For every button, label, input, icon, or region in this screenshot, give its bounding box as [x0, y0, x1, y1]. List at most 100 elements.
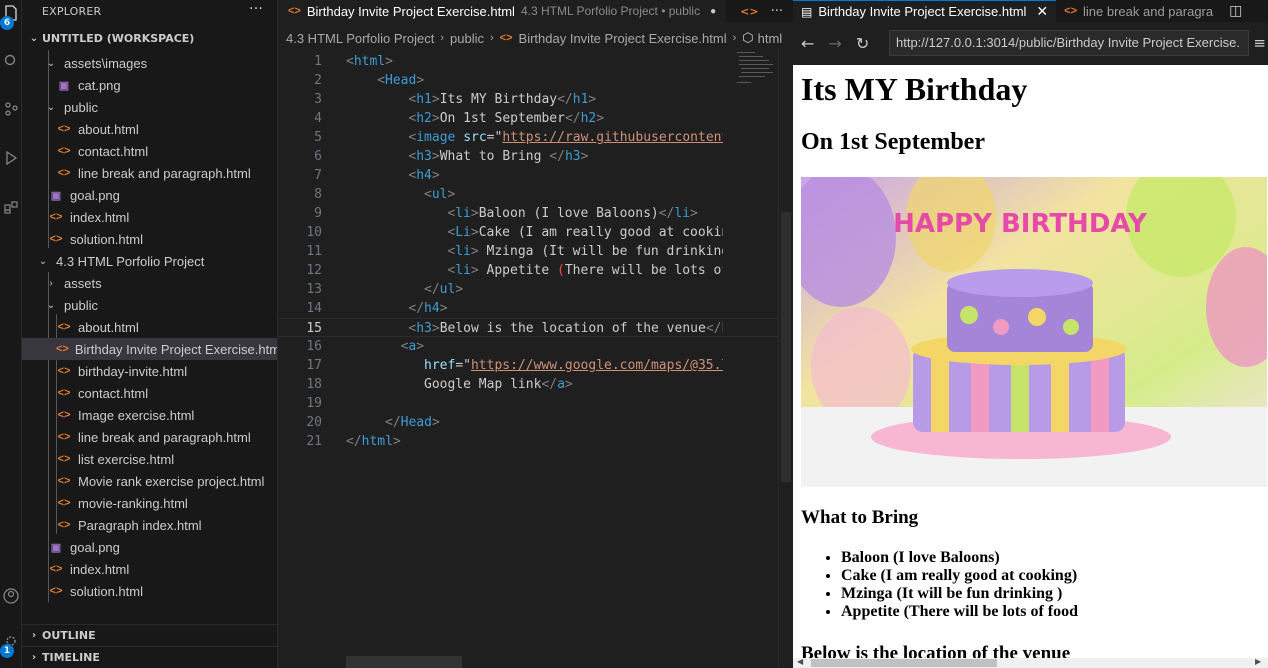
- code-text: <li>Baloon (I love Baloons)</li>: [346, 204, 723, 223]
- tree-file[interactable]: <> index.html: [22, 558, 277, 580]
- editor-tab[interactable]: <> Birthday Invite Project Exercise.html…: [278, 0, 727, 22]
- tree-file[interactable]: <> Image exercise.html: [22, 404, 277, 426]
- code-token: li: [455, 263, 471, 278]
- symbol-element-icon: ⬡: [742, 30, 754, 45]
- tree-folder[interactable]: › assets: [22, 272, 277, 294]
- tree-file[interactable]: <> line break and paragraph.html: [22, 426, 277, 448]
- page-horizontal-scrollbar[interactable]: ◀ ▶: [793, 657, 1268, 668]
- forward-arrow-icon[interactable]: →: [828, 34, 841, 53]
- tree-folder[interactable]: ⌄ 4.3 HTML Porfolio Project: [22, 250, 277, 272]
- line-number: 5: [314, 130, 322, 145]
- tree-file[interactable]: <> about.html: [22, 316, 277, 338]
- code-text: <ul>: [346, 185, 723, 204]
- open-preview-icon[interactable]: <>: [740, 5, 758, 18]
- tree-file[interactable]: <> about.html: [22, 118, 277, 140]
- workspace-section[interactable]: ⌄ UNTITLED (WORKSPACE): [22, 27, 195, 49]
- code-line[interactable]: 20 </Head>: [278, 413, 778, 432]
- code-line[interactable]: 2 <Head>: [278, 71, 778, 90]
- code-line[interactable]: 19: [278, 394, 778, 413]
- minimap-line: [739, 60, 769, 61]
- code-line[interactable]: 7 <h4>: [278, 166, 778, 185]
- tree-file[interactable]: ▣ cat.png: [22, 74, 277, 96]
- tree-file[interactable]: ▣ goal.png: [22, 536, 277, 558]
- tree-file[interactable]: <> contact.html: [22, 382, 277, 404]
- extensions-icon[interactable]: [0, 196, 22, 218]
- menu-icon[interactable]: ≡: [1253, 34, 1266, 52]
- tree-file[interactable]: <> Birthday Invite Project Exercise.html: [22, 338, 277, 360]
- code-line[interactable]: 10 <Li>Cake (I am really good at cookin: [278, 223, 778, 242]
- code-line[interactable]: 8 <ul>: [278, 185, 778, 204]
- tree-folder[interactable]: ⌄ public: [22, 294, 277, 316]
- code-token: h: [721, 321, 723, 336]
- image-file-icon: ▣: [58, 79, 70, 92]
- tree-file[interactable]: <> movie-ranking.html: [22, 492, 277, 514]
- minimap[interactable]: [733, 48, 779, 98]
- more-actions-icon[interactable]: ···: [249, 1, 263, 17]
- code-line[interactable]: 18 Google Map link</a>: [278, 375, 778, 394]
- scrollbar-thumb[interactable]: [811, 659, 997, 667]
- back-arrow-icon[interactable]: ←: [801, 34, 814, 53]
- tree-folder[interactable]: ⌄ public: [22, 96, 277, 118]
- tree-item-label: Image exercise.html: [78, 407, 195, 423]
- code-line[interactable]: 17 href="https://www.google.com/maps/@35.…: [278, 356, 778, 375]
- code-token: >: [392, 434, 401, 449]
- timeline-section[interactable]: › TIMELINE: [22, 646, 277, 668]
- code-line[interactable]: 4 <h2>On 1st September</h2>: [278, 109, 778, 128]
- code-line[interactable]: 9 <li>Baloon (I love Baloons)</li>: [278, 204, 778, 223]
- close-icon[interactable]: ✕: [1036, 3, 1048, 20]
- code-token: >: [455, 282, 464, 297]
- scroll-left-arrow-icon[interactable]: ◀: [797, 657, 803, 666]
- code-line[interactable]: 12 <li> Appetite (There will be lots of: [278, 261, 778, 280]
- breadcrumb-item[interactable]: html: [758, 31, 783, 46]
- code-line[interactable]: 14 </h4>: [278, 299, 778, 318]
- editor-vertical-scrollbar[interactable]: [778, 48, 792, 668]
- preview-tab-inactive[interactable]: <> line break and paragra: [1056, 0, 1221, 22]
- code-line[interactable]: 15 <h3>Below is the location of the venue…: [278, 318, 778, 337]
- tree-file[interactable]: <> solution.html: [22, 228, 277, 250]
- chevron-down-icon: ⌄: [46, 101, 56, 113]
- page-heading-h1: Its MY Birthday: [801, 71, 1028, 107]
- more-actions-icon[interactable]: ···: [771, 4, 783, 19]
- split-editor-icon[interactable]: ◫: [1229, 3, 1242, 19]
- breadcrumb-item[interactable]: public: [450, 31, 484, 46]
- url-bar[interactable]: http://127.0.0.1:3014/public/Birthday In…: [889, 30, 1249, 56]
- scrollbar-thumb[interactable]: [781, 212, 791, 482]
- editor-horizontal-scrollbar[interactable]: [346, 656, 462, 668]
- code-line[interactable]: 16 <a>: [278, 337, 778, 356]
- tree-file[interactable]: <> contact.html: [22, 140, 277, 162]
- tree-file[interactable]: <> line break and paragraph.html: [22, 162, 277, 184]
- reload-icon[interactable]: ↻: [856, 34, 869, 53]
- search-icon[interactable]: [0, 50, 22, 72]
- html-file-icon: <>: [57, 475, 71, 487]
- tree-file[interactable]: <> Paragraph index.html: [22, 514, 277, 536]
- code-line[interactable]: 11 <li> Mzinga (It will be fun drinking: [278, 242, 778, 261]
- run-debug-icon[interactable]: [0, 147, 22, 169]
- tree-item-label: public: [64, 297, 98, 313]
- preview-tab-title: Birthday Invite Project Exercise.html: [818, 4, 1027, 19]
- code-line[interactable]: 13 </ul>: [278, 280, 778, 299]
- breadcrumb-item[interactable]: Birthday Invite Project Exercise.html: [519, 31, 727, 46]
- tree-folder[interactable]: ⌄ assets\images: [22, 52, 277, 74]
- tree-file[interactable]: <> list exercise.html: [22, 448, 277, 470]
- preview-page-icon: ▤: [801, 4, 813, 19]
- breadcrumb-item[interactable]: 4.3 HTML Porfolio Project: [286, 31, 434, 46]
- tree-file[interactable]: <> birthday-invite.html: [22, 360, 277, 382]
- code-line[interactable]: 3 <h1>Its MY Birthday</h1>: [278, 90, 778, 109]
- tree-file[interactable]: <> solution.html: [22, 580, 277, 602]
- line-number: 1: [314, 54, 322, 69]
- html-file-icon: <>: [499, 32, 513, 44]
- code-token: >: [431, 321, 440, 336]
- tree-file[interactable]: <> index.html: [22, 206, 277, 228]
- tree-file[interactable]: <> Movie rank exercise project.html: [22, 470, 277, 492]
- accounts-icon[interactable]: [0, 585, 22, 607]
- code-line[interactable]: 6 <h3>What to Bring </h3>: [278, 147, 778, 166]
- code-line[interactable]: 21 </html>: [278, 432, 778, 451]
- code-line[interactable]: 1 <html>: [278, 52, 778, 71]
- source-control-icon[interactable]: [0, 98, 22, 120]
- unsaved-dot-icon[interactable]: ●: [710, 6, 716, 17]
- tree-file[interactable]: ▣ goal.png: [22, 184, 277, 206]
- outline-section[interactable]: › OUTLINE: [22, 624, 277, 646]
- preview-tab-active[interactable]: ▤ Birthday Invite Project Exercise.html …: [793, 0, 1057, 22]
- code-line[interactable]: 5 <image src="https://raw.githubuserconte…: [278, 128, 778, 147]
- scroll-right-arrow-icon[interactable]: ▶: [1255, 657, 1261, 666]
